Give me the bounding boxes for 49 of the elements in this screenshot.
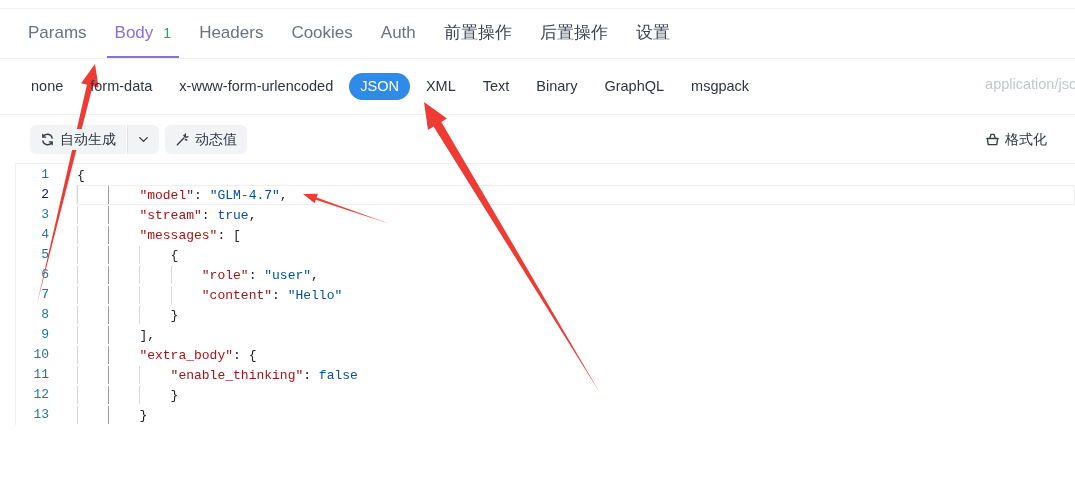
refresh-icon <box>40 131 55 147</box>
body-type-option[interactable]: Text <box>471 72 521 101</box>
dynamic-value-button[interactable]: 动态值 <box>165 124 247 154</box>
code-line: "messages": [ <box>76 225 1075 245</box>
tab[interactable]: Auth <box>372 19 424 58</box>
line-number: 12 <box>32 386 49 405</box>
body-type-option[interactable]: JSON <box>349 72 410 101</box>
tab[interactable]: Cookies <box>283 19 361 58</box>
code-line: { <box>76 245 1075 265</box>
body-type-option[interactable]: GraphQL <box>593 72 676 101</box>
code-line: ], <box>76 325 1075 345</box>
dropdown-button[interactable] <box>127 124 159 154</box>
format-button[interactable]: 格式化 <box>975 124 1057 154</box>
code-line: { <box>76 167 86 185</box>
line-number: 7 <box>40 286 49 305</box>
line-number: 6 <box>40 266 49 285</box>
code-line: "extra_body": { <box>76 345 1075 365</box>
line-number: 13 <box>32 406 49 425</box>
code-line: "stream": true, <box>76 205 1075 225</box>
magic-wand-icon <box>175 131 190 147</box>
code-line: } <box>76 305 1075 325</box>
code-line: } <box>76 405 1075 425</box>
count-label: 1 <box>163 23 172 43</box>
code-line: "content": "Hello" <box>76 285 1075 305</box>
body-type-option[interactable]: XML <box>414 72 467 101</box>
line-number: 1 <box>40 166 49 185</box>
tab[interactable]: 设置 <box>627 19 678 58</box>
tab[interactable]: Body 1 <box>106 19 180 58</box>
code-line: "enable_thinking": false <box>76 365 1075 385</box>
body-type-option[interactable]: none <box>20 72 75 101</box>
body-type-option[interactable]: x-www-form-urlencoded <box>168 72 345 101</box>
tab[interactable]: Headers <box>191 19 272 58</box>
line-number: 3 <box>40 206 49 225</box>
basket-icon <box>985 131 1000 147</box>
tab[interactable]: Params <box>20 19 95 58</box>
code-line: "role": "user", <box>76 265 1075 285</box>
generate-button[interactable]: 自动生成 <box>30 124 126 154</box>
line-number: 4 <box>40 226 49 245</box>
line-number: 8 <box>40 306 49 325</box>
body-type-option[interactable]: msgpack <box>680 72 761 101</box>
body-type-option[interactable]: Binary <box>525 72 589 101</box>
line-number: 11 <box>32 366 49 385</box>
line-number: 2 <box>40 186 49 205</box>
code-line: } <box>76 385 1075 405</box>
line-number: 5 <box>40 246 49 265</box>
line-number: 9 <box>40 326 49 345</box>
tab[interactable]: 前置操作 <box>435 19 520 58</box>
line-number: 10 <box>32 346 49 365</box>
tab[interactable]: 后置操作 <box>531 19 616 58</box>
